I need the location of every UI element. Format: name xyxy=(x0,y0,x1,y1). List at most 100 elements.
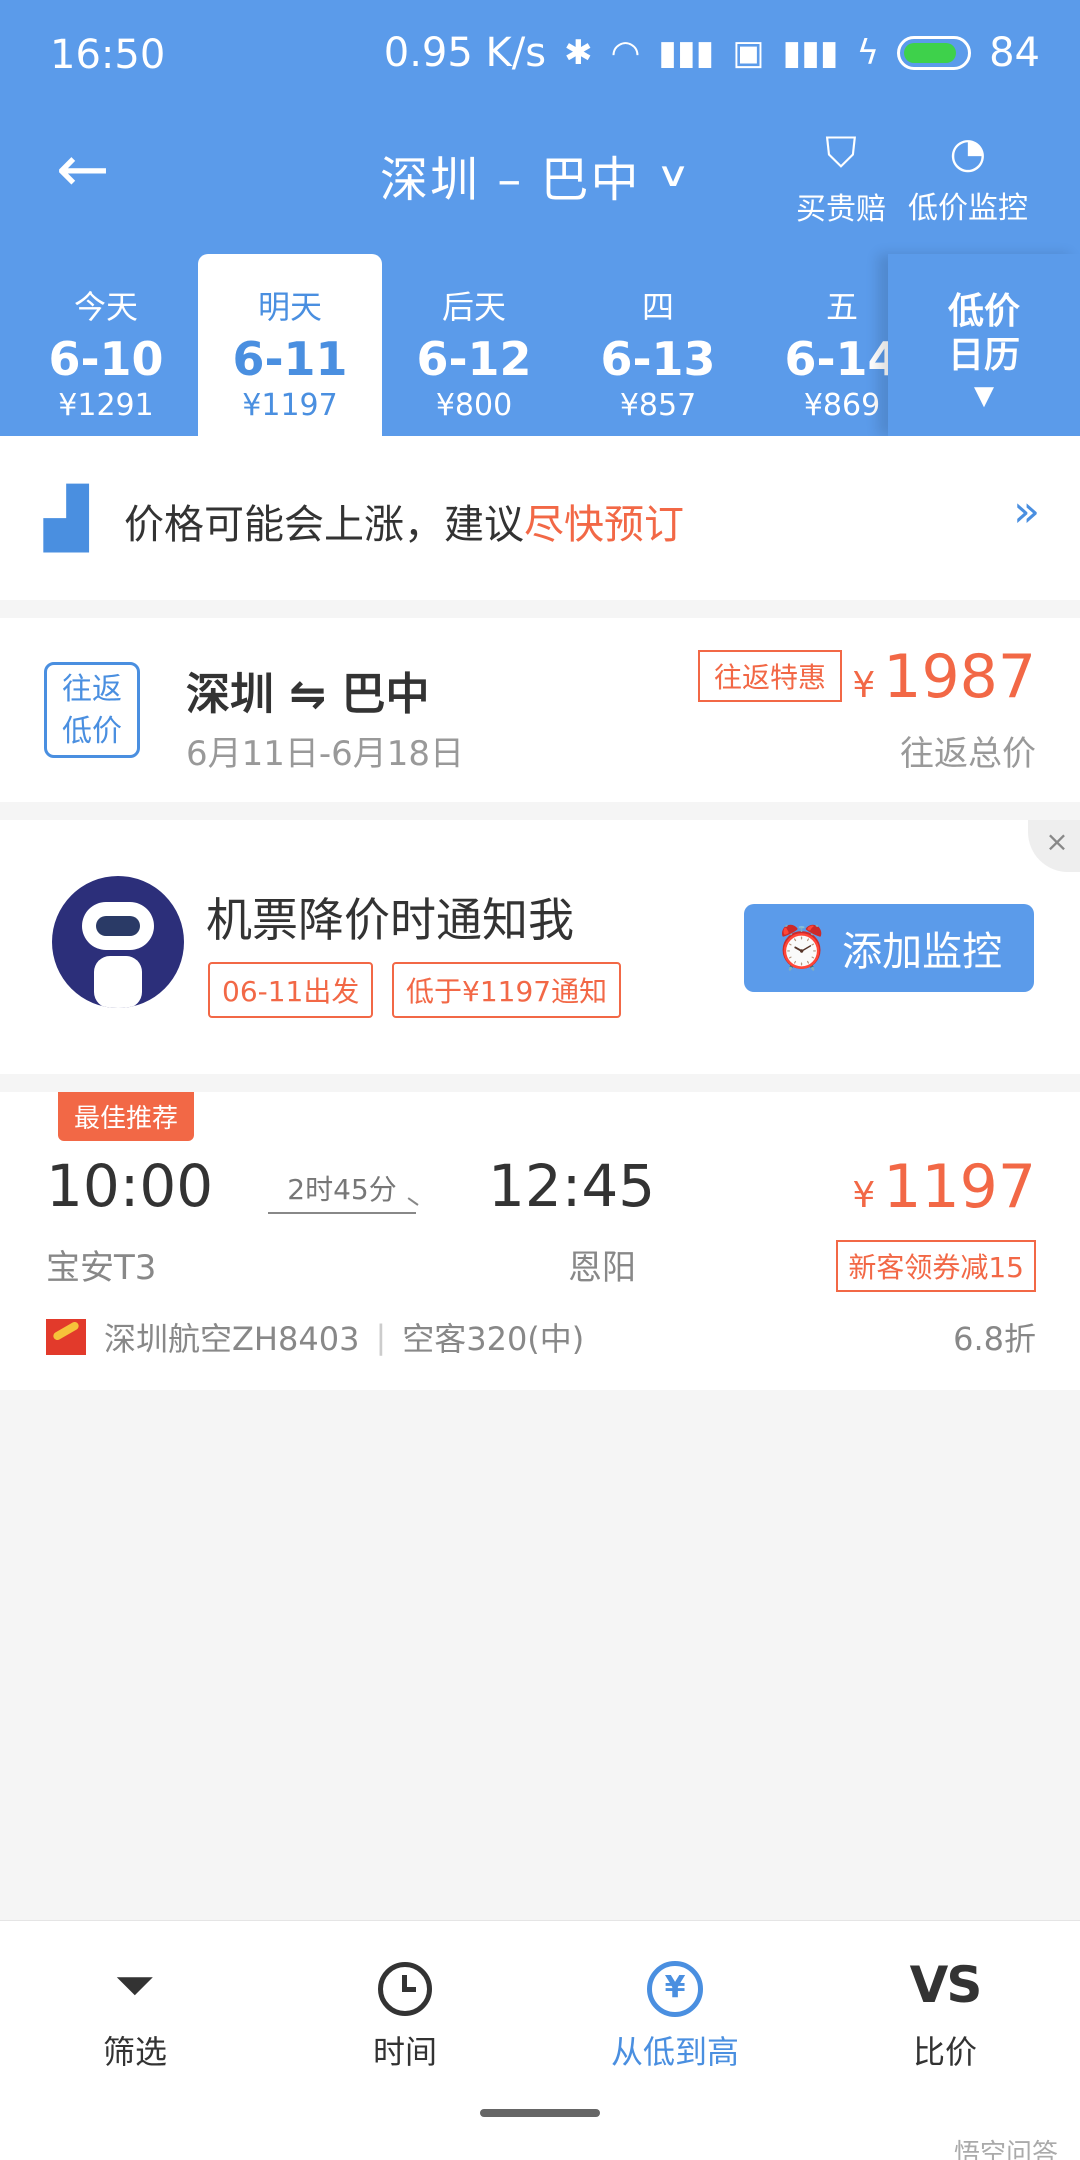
airline-flight-number: 深圳航空ZH8403 xyxy=(104,1320,360,1358)
header: 16:50 0.95 K/s ✱ ◠ ▮▮▮ ▣ ▮▮▮ ϟ 84 ← 深圳 –… xyxy=(0,0,1080,436)
vs-icon: VS xyxy=(909,1956,983,2014)
date-day: 6-11 xyxy=(232,332,348,386)
close-icon[interactable]: × xyxy=(1028,820,1080,872)
flight-price: ¥1197 xyxy=(852,1152,1036,1222)
alert-date-tag: 06-11出发 xyxy=(208,962,374,1018)
flight-duration: 2时45分 xyxy=(287,1173,397,1206)
add-monitor-button[interactable]: ⏰ 添加监控 xyxy=(744,904,1034,992)
date-weekday: 后天 xyxy=(441,288,506,326)
discount-label: 6.8折 xyxy=(953,1320,1036,1358)
badge-line-1: 往返 xyxy=(62,672,122,707)
tab-label: 比价 xyxy=(912,2033,977,2071)
currency-symbol: ¥ xyxy=(852,665,876,706)
nav-bar: ← 深圳 – 巴中 ∨ ⛉ 买贵赔 ◔ 低价监控 xyxy=(0,110,1080,250)
low-price-calendar-button[interactable]: 低价 日历 ▼ xyxy=(888,254,1080,436)
arrow-left-icon[interactable]: ← xyxy=(56,138,110,202)
alert-title: 机票降价时通知我 xyxy=(206,893,574,947)
date-tab-selected[interactable]: 明天 6-11 ¥1197 xyxy=(198,254,382,436)
date-tab[interactable]: 四 6-13 ¥857 xyxy=(566,254,750,436)
battery-icon xyxy=(897,36,972,70)
aircraft-type: 空客320(中) xyxy=(402,1320,585,1358)
round-trip-card[interactable]: 往返 低价 深圳 ⇋ 巴中 6月11日-6月18日 往返特惠 ¥1987 往返总… xyxy=(0,618,1080,802)
home-indicator[interactable] xyxy=(480,2109,600,2117)
date-price: ¥800 xyxy=(435,388,513,423)
price-alert-card: 机票降价时通知我 06-11出发 低于¥1197通知 ⏰ 添加监控 × xyxy=(0,820,1080,1074)
wifi-icon: ◠ xyxy=(610,33,641,73)
airline-logo-icon xyxy=(46,1319,86,1355)
flight-card[interactable]: 最佳推荐 10:00 2时45分 12:45 宝安T3 恩阳 ¥1197 新客领… xyxy=(0,1092,1080,1390)
bottom-toolbar: ⏷ 筛选 时间 ¥ 从低到高 VS 比价 悟空问答 xyxy=(0,1920,1080,2160)
tab-label: 筛选 xyxy=(102,2033,167,2071)
status-bar: 16:50 0.95 K/s ✱ ◠ ▮▮▮ ▣ ▮▮▮ ϟ 84 xyxy=(0,0,1080,110)
charging-icon: ϟ xyxy=(856,33,880,73)
caret-down-icon: ▼ xyxy=(974,381,994,411)
date-tab[interactable]: 后天 6-12 ¥800 xyxy=(382,254,566,436)
price-value: 1197 xyxy=(883,1152,1036,1222)
price-monitor-button[interactable]: ◔ 低价监控 xyxy=(908,128,1028,227)
arrival-airport: 恩阳 xyxy=(568,1248,636,1288)
route-selector[interactable]: 深圳 – 巴中 ∨ xyxy=(380,140,690,210)
separator: | xyxy=(375,1318,387,1356)
date-selector: 今天 6-10 ¥1291 明天 6-11 ¥1197 后天 6-12 ¥800… xyxy=(0,254,1080,436)
date-day: 6-12 xyxy=(416,332,532,386)
date-price: ¥1291 xyxy=(58,388,154,423)
round-trip-route: 深圳 ⇋ 巴中 xyxy=(186,669,430,720)
best-recommend-badge: 最佳推荐 xyxy=(58,1092,195,1141)
price-trend-tip[interactable]: ▟ 价格可能会上涨，建议尽快预订 » xyxy=(0,436,1080,600)
round-trip-price: ¥1987 xyxy=(852,642,1036,712)
round-trip-badge: 往返 低价 xyxy=(44,662,140,758)
date-day: 6-10 xyxy=(48,332,164,386)
round-trip-dates: 6月11日-6月18日 xyxy=(186,734,465,774)
trend-monitor-icon: ◔ xyxy=(949,128,987,177)
battery-level: 84 xyxy=(989,30,1040,76)
tab-label: 时间 xyxy=(372,2033,437,2071)
tip-highlight: 尽快预订 xyxy=(524,502,684,548)
buy-guarantee-label: 买贵赔 xyxy=(796,192,886,227)
calendar-label-2: 日历 xyxy=(947,335,1020,376)
tab-label: 从低到高 xyxy=(610,2033,739,2071)
price-value: 1987 xyxy=(883,642,1036,712)
round-trip-tag: 往返特惠 xyxy=(698,650,843,702)
signal-icon: ▮▮▮ xyxy=(658,33,715,73)
status-icons: 0.95 K/s ✱ ◠ ▮▮▮ ▣ ▮▮▮ ϟ 84 xyxy=(384,30,1040,76)
date-weekday: 四 xyxy=(641,288,674,326)
robot-avatar-icon xyxy=(52,876,184,1008)
alarm-clock-icon: ⏰ xyxy=(775,923,829,972)
yen-icon: ¥ xyxy=(540,1945,810,2025)
date-weekday: 今天 xyxy=(73,288,138,326)
date-price: ¥1197 xyxy=(242,388,338,423)
double-chevron-right-icon: » xyxy=(1013,486,1040,537)
badge-line-2: 低价 xyxy=(62,714,122,749)
coupon-tag: 新客领券减15 xyxy=(836,1240,1036,1292)
price-monitor-label: 低价监控 xyxy=(908,191,1028,226)
tip-message: 价格可能会上涨，建议 xyxy=(124,502,524,548)
tab-time[interactable]: 时间 xyxy=(270,1945,540,2073)
status-time: 16:50 xyxy=(50,32,166,78)
chevron-down-icon: ∨ xyxy=(655,155,693,195)
bluetooth-icon: ✱ xyxy=(564,33,593,73)
tab-filter[interactable]: ⏷ 筛选 xyxy=(0,1945,270,2073)
filter-icon: ⏷ xyxy=(115,1956,155,2014)
date-day: 6-13 xyxy=(600,332,716,386)
tip-text: 价格可能会上涨，建议尽快预订 xyxy=(124,492,684,550)
currency-symbol: ¥ xyxy=(852,1175,876,1216)
date-tab[interactable]: 今天 6-10 ¥1291 xyxy=(14,254,198,436)
duration-arrow xyxy=(268,1212,416,1214)
airline-info: 深圳航空ZH8403 | 空客320(中) xyxy=(46,1314,584,1360)
calendar-label-1: 低价 xyxy=(947,291,1020,332)
departure-airport: 宝安T3 xyxy=(46,1248,157,1288)
hd-icon: ▣ xyxy=(732,33,765,73)
departure-time: 10:00 xyxy=(46,1152,214,1220)
shield-yen-icon: ⛉ xyxy=(825,128,857,177)
route-title: 深圳 – 巴中 xyxy=(380,152,641,208)
buy-guarantee-button[interactable]: ⛉ 买贵赔 xyxy=(796,128,886,228)
date-weekday: 明天 xyxy=(257,288,322,326)
clock-icon xyxy=(270,1945,540,2025)
network-speed: 0.95 K/s xyxy=(383,30,547,76)
bar-chart-icon: ▟ xyxy=(44,484,89,552)
tab-compare[interactable]: VS 比价 xyxy=(810,1945,1080,2073)
arrival-time: 12:45 xyxy=(488,1152,656,1220)
add-monitor-label: 添加监控 xyxy=(842,929,1003,975)
tab-price-low-to-high[interactable]: ¥ 从低到高 xyxy=(540,1945,810,2073)
round-trip-total-label: 往返总价 xyxy=(900,734,1036,774)
